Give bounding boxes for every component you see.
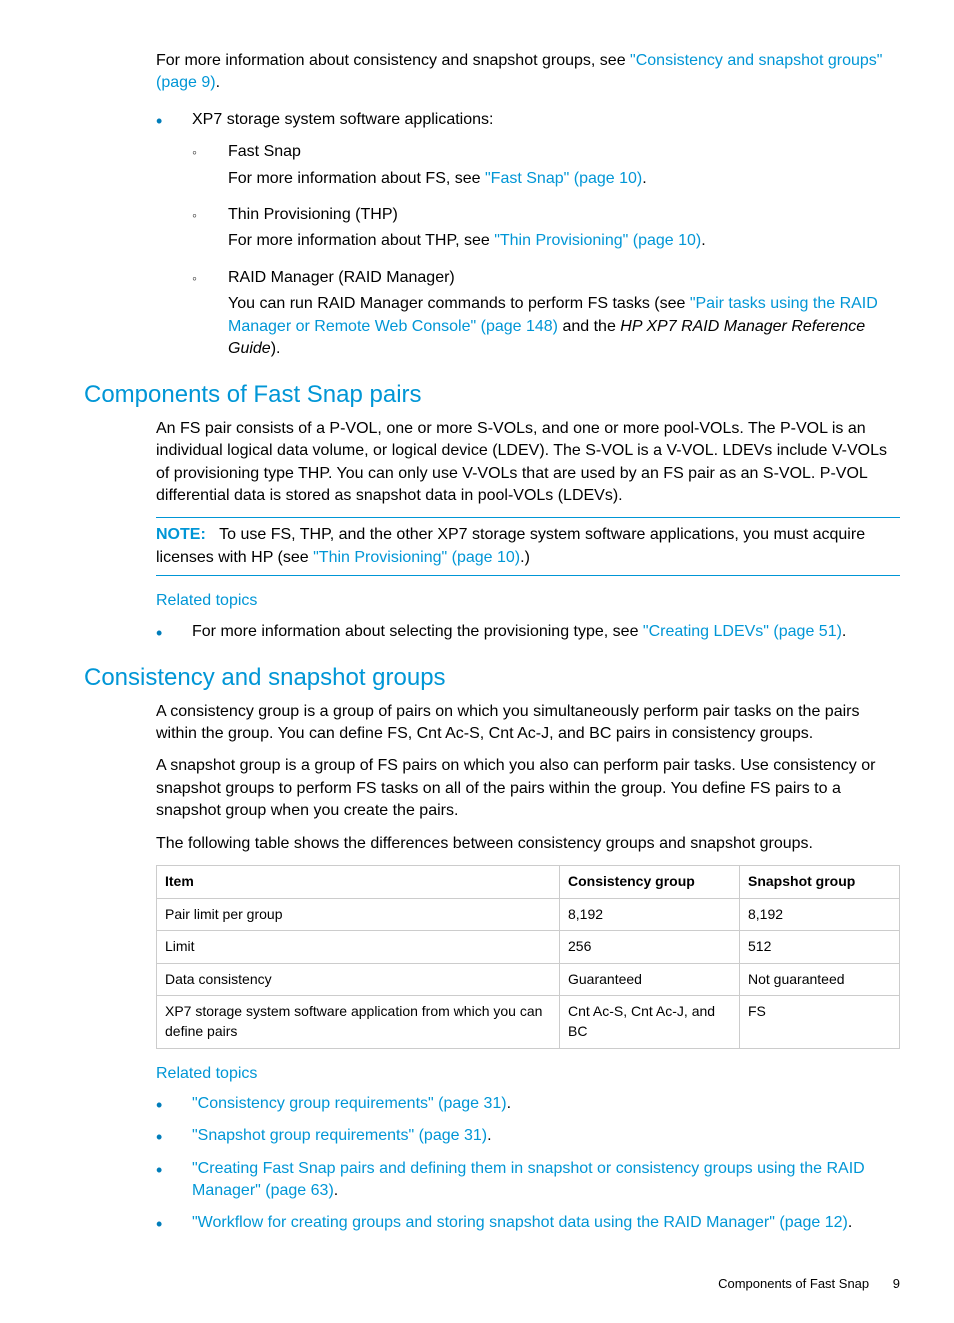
text: . xyxy=(848,1214,852,1231)
text: . xyxy=(216,74,220,91)
column-header: Snapshot group xyxy=(740,865,900,898)
table-row: Data consistency Guaranteed Not guarante… xyxy=(157,963,900,996)
heading-components: Components of Fast Snap pairs xyxy=(84,378,900,412)
page-number: 9 xyxy=(893,1276,900,1291)
list-item: XP7 storage system software applications… xyxy=(156,109,900,361)
list-item: "Consistency group requirements" (page 3… xyxy=(156,1093,900,1115)
related-topics-list: "Consistency group requirements" (page 3… xyxy=(156,1093,900,1235)
text: . xyxy=(701,232,705,249)
text: and the xyxy=(558,318,620,335)
cell: 8,192 xyxy=(560,898,740,931)
cell: Guaranteed xyxy=(560,963,740,996)
heading-consistency: Consistency and snapshot groups xyxy=(84,661,900,695)
text: For more information about consistency a… xyxy=(156,52,630,69)
link-consistency-req[interactable]: "Consistency group requirements" (page 3… xyxy=(192,1095,507,1112)
page-footer: Components of Fast Snap 9 xyxy=(84,1275,900,1293)
link-snapshot-req[interactable]: "Snapshot group requirements" (page 31) xyxy=(192,1127,487,1144)
table-header-row: Item Consistency group Snapshot group xyxy=(157,865,900,898)
related-topics-heading: Related topics xyxy=(156,1063,900,1085)
sub-list: Fast Snap For more information about FS,… xyxy=(192,141,900,360)
list-item: "Creating Fast Snap pairs and defining t… xyxy=(156,1158,900,1203)
cell: 8,192 xyxy=(740,898,900,931)
text: RAID Manager (RAID Manager) xyxy=(228,267,900,289)
paragraph: The following table shows the difference… xyxy=(156,833,900,855)
text: . xyxy=(487,1127,491,1144)
footer-section: Components of Fast Snap xyxy=(718,1276,869,1291)
table-row: XP7 storage system software application … xyxy=(157,996,900,1048)
related-topics-list: For more information about selecting the… xyxy=(156,621,900,643)
list-item: RAID Manager (RAID Manager) You can run … xyxy=(192,267,900,361)
link-thin-provisioning[interactable]: "Thin Provisioning" (page 10) xyxy=(494,232,701,249)
text: For more information about THP, see xyxy=(228,232,494,249)
list-item: "Workflow for creating groups and storin… xyxy=(156,1212,900,1234)
note-block: NOTE: To use FS, THP, and the other XP7 … xyxy=(156,517,900,576)
cell: Cnt Ac-S, Cnt Ac-J, and BC xyxy=(560,996,740,1048)
table-row: Pair limit per group 8,192 8,192 xyxy=(157,898,900,931)
cell: Limit xyxy=(157,931,560,964)
text: You can run RAID Manager commands to per… xyxy=(228,295,690,312)
cell: Not guaranteed xyxy=(740,963,900,996)
list-item: Fast Snap For more information about FS,… xyxy=(192,141,900,190)
note-label: NOTE: xyxy=(156,526,206,543)
table-row: Limit 256 512 xyxy=(157,931,900,964)
text: XP7 storage system software applications… xyxy=(192,111,493,128)
column-header: Item xyxy=(157,865,560,898)
text: . xyxy=(842,623,846,640)
paragraph: A snapshot group is a group of FS pairs … xyxy=(156,755,900,822)
cell: 512 xyxy=(740,931,900,964)
column-header: Consistency group xyxy=(560,865,740,898)
text: . xyxy=(642,170,646,187)
text: For more information about selecting the… xyxy=(192,623,643,640)
list-item: "Snapshot group requirements" (page 31). xyxy=(156,1125,900,1147)
cell: 256 xyxy=(560,931,740,964)
cell: Pair limit per group xyxy=(157,898,560,931)
text: For more information about FS, see xyxy=(228,170,485,187)
cell: FS xyxy=(740,996,900,1048)
list-item: Thin Provisioning (THP) For more informa… xyxy=(192,204,900,253)
link-creating-ldevs[interactable]: "Creating LDEVs" (page 51) xyxy=(643,623,842,640)
list-item: For more information about selecting the… xyxy=(156,621,900,643)
text: . xyxy=(334,1182,338,1199)
paragraph: An FS pair consists of a P-VOL, one or m… xyxy=(156,418,900,508)
text: .) xyxy=(520,549,530,566)
continuation-text: For more information about consistency a… xyxy=(156,50,900,95)
paragraph: A consistency group is a group of pairs … xyxy=(156,701,900,746)
text: Thin Provisioning (THP) xyxy=(228,204,900,226)
cell: XP7 storage system software application … xyxy=(157,996,560,1048)
text: Fast Snap xyxy=(228,141,900,163)
text: . xyxy=(507,1095,511,1112)
link-workflow-groups[interactable]: "Workflow for creating groups and storin… xyxy=(192,1214,848,1231)
cell: Data consistency xyxy=(157,963,560,996)
related-topics-heading: Related topics xyxy=(156,590,900,612)
top-bullet-list: XP7 storage system software applications… xyxy=(156,109,900,361)
text: ). xyxy=(271,340,281,357)
link-fast-snap[interactable]: "Fast Snap" (page 10) xyxy=(485,170,642,187)
comparison-table: Item Consistency group Snapshot group Pa… xyxy=(156,865,900,1049)
link-thin-provisioning[interactable]: "Thin Provisioning" (page 10) xyxy=(313,549,520,566)
link-creating-fs-pairs[interactable]: "Creating Fast Snap pairs and defining t… xyxy=(192,1160,865,1199)
